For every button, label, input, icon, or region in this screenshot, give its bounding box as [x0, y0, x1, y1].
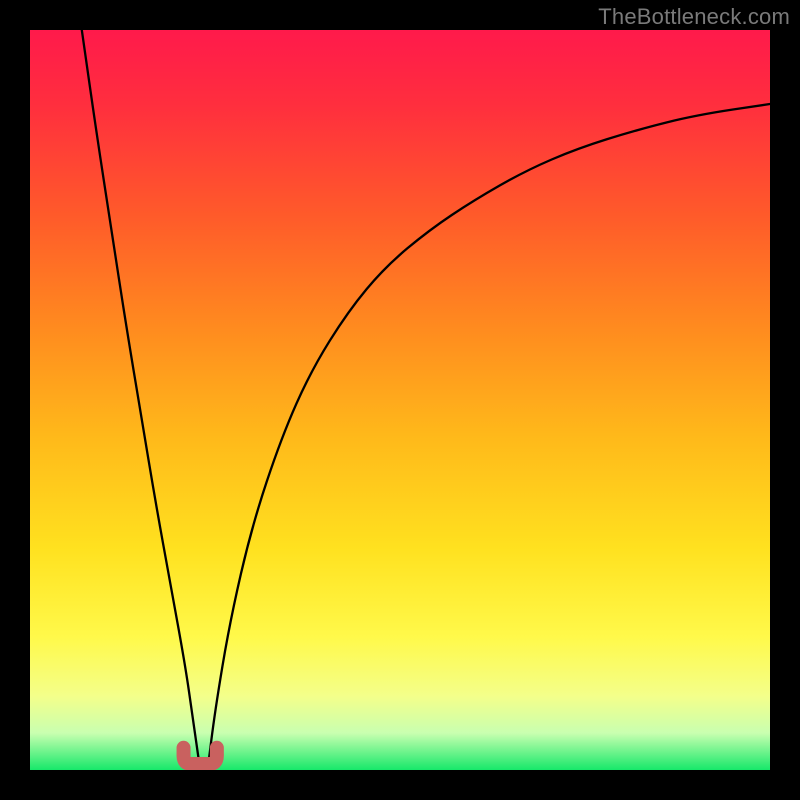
bottleneck-chart: [30, 30, 770, 770]
chart-frame: TheBottleneck.com: [0, 0, 800, 800]
watermark-text: TheBottleneck.com: [598, 4, 790, 30]
gradient-background: [30, 30, 770, 770]
